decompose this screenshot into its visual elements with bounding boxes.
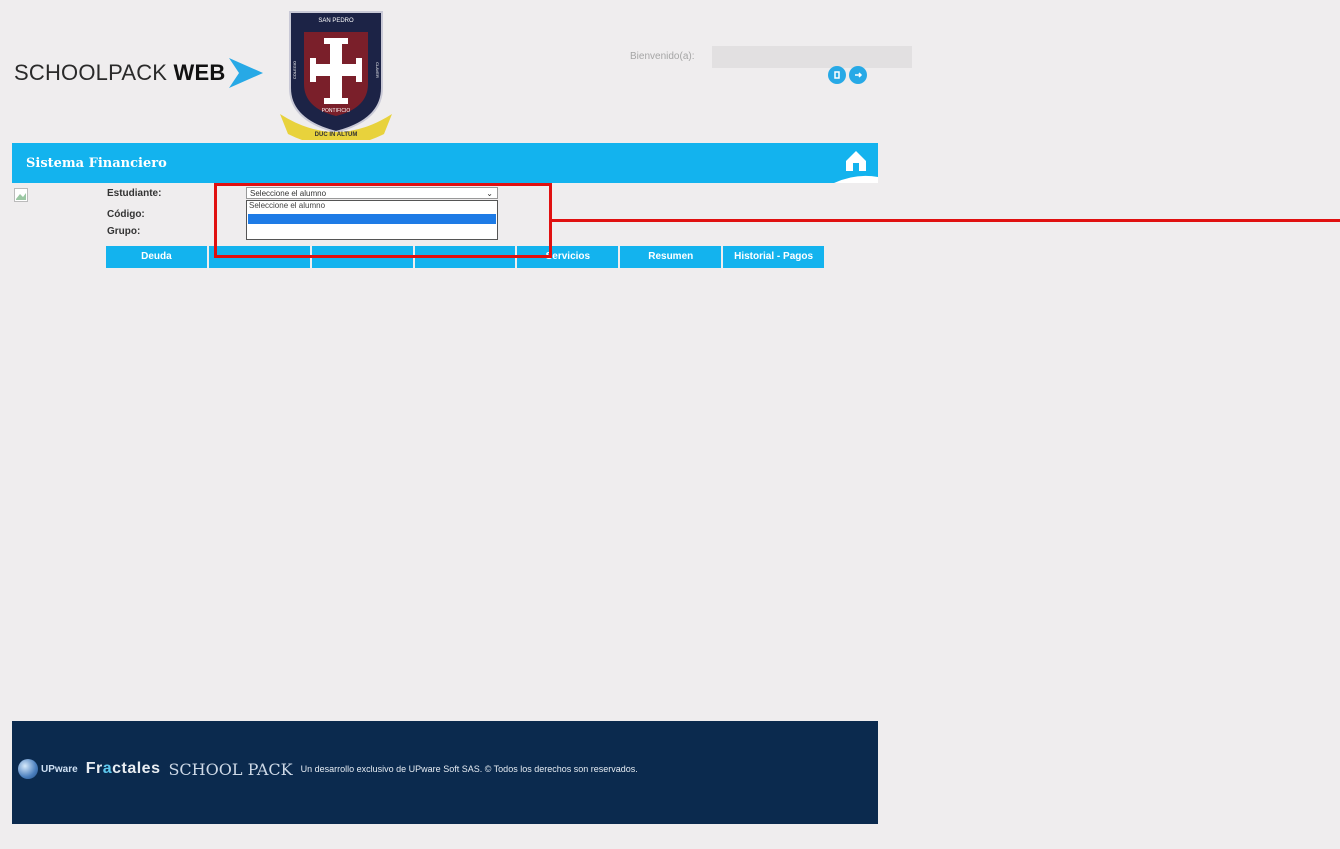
brand-arrow-icon [229, 58, 264, 88]
upware-logo: UPware [41, 763, 78, 775]
highlight-box [214, 183, 552, 258]
tab-resumen[interactable]: Resumen [620, 246, 724, 268]
fractales-logo: Fractales [85, 760, 161, 777]
tab-deuda[interactable]: Deuda [106, 246, 209, 268]
logout-icon[interactable] [849, 66, 867, 84]
tab-historial-pagos[interactable]: Historial - Pagos [723, 246, 825, 268]
module-header: Sistema Financiero [12, 143, 878, 183]
brand-name: SCHOOLPACK WEB [14, 60, 226, 85]
footer-content: UPware Fractales SCHOOL PACK Un desarrol… [18, 759, 638, 779]
broken-image-icon [14, 188, 28, 202]
copyright-text: Un desarrollo exclusivo de UPware Soft S… [300, 764, 638, 774]
svg-text:PONTIFICIO: PONTIFICIO [322, 108, 351, 114]
svg-text:DUC IN ALTUM: DUC IN ALTUM [315, 132, 358, 138]
svg-text:CLAVER: CLAVER [375, 62, 380, 78]
svg-text:SAN PEDRO: SAN PEDRO [318, 18, 354, 24]
crest-logo: SAN PEDRO PONTIFICIO COLEGIO CLAVER DUC … [280, 11, 392, 140]
user-actions [828, 66, 867, 84]
info-icon[interactable] [828, 66, 846, 84]
group-label: Grupo: [107, 226, 141, 237]
code-label: Código: [107, 209, 145, 220]
globe-icon [18, 759, 38, 779]
schoolpack-logo: SCHOOLPACK WEB [14, 58, 264, 88]
module-title: Sistema Financiero [26, 156, 167, 171]
welcome-label: Bienvenido(a): [630, 51, 695, 62]
callout-line [552, 219, 1340, 222]
svg-text:COLEGIO: COLEGIO [292, 61, 297, 79]
schoolpack-footer-logo: SCHOOL PACK [168, 759, 293, 779]
footer: UPware Fractales SCHOOL PACK Un desarrol… [12, 721, 878, 824]
student-label: Estudiante: [107, 188, 162, 199]
home-icon[interactable] [834, 143, 878, 183]
welcome-user-box [712, 46, 912, 68]
